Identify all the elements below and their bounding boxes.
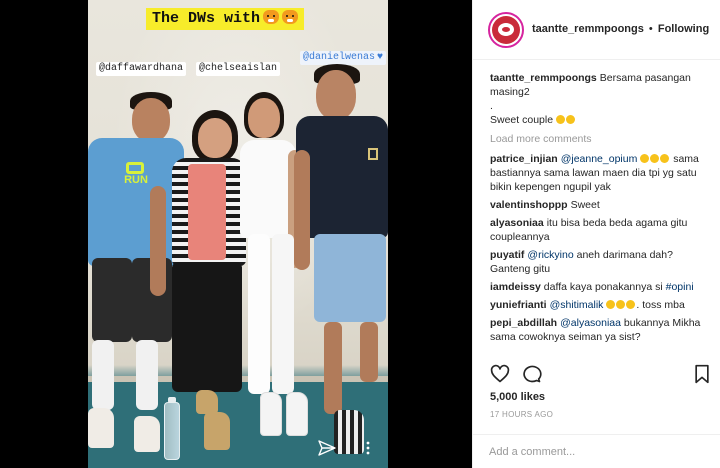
story-tag-chelseaislan: @chelseaislan: [196, 62, 281, 76]
post-info-panel: taantte_remmpoongs • Following taantte_r…: [472, 0, 720, 468]
paper-plane-icon[interactable]: [318, 440, 336, 456]
comment-mention[interactable]: @alyasoniaa: [560, 317, 621, 329]
shirt-logo: RUN: [116, 162, 156, 188]
comment-bubble-icon[interactable]: [522, 364, 542, 384]
caption: taantte_remmpoongs Bersama pasangan masin…: [490, 71, 712, 127]
comment-mention[interactable]: @rickyino: [527, 249, 573, 261]
caption-dot: .: [490, 100, 493, 112]
laughing-face-icon: [640, 154, 650, 163]
laughing-face-icon: [650, 154, 660, 163]
following-button[interactable]: Following: [658, 23, 709, 35]
comment-item: puyatif @rickyino aneh darimana dah? Gant…: [490, 248, 712, 276]
comment-username[interactable]: valentinshoppp: [490, 199, 568, 211]
tiger-face-icon: [263, 10, 280, 24]
story-tag-danielwenas: @danielwenas ♥: [300, 51, 387, 65]
comment-username[interactable]: iamdeissy: [490, 281, 541, 293]
header-separator: •: [648, 23, 653, 35]
smiling-face-icon: [565, 115, 575, 124]
story-tag-daffawardhana: @daffawardhana: [96, 62, 187, 76]
smiling-face-icon: [555, 115, 565, 124]
header-username[interactable]: taantte_remmpoongs: [532, 23, 644, 35]
heart-outline-icon[interactable]: [490, 364, 510, 384]
load-more-comments-button[interactable]: Load more comments: [490, 132, 712, 146]
comments-list: taantte_remmpoongs Bersama pasangan masin…: [490, 71, 712, 353]
comment-text: daffa kaya ponakannya si: [543, 281, 663, 293]
add-comment-input[interactable]: [489, 444, 704, 460]
story-title: The DWs with: [146, 8, 305, 30]
profile-logo-icon: [492, 16, 520, 44]
avatar[interactable]: [488, 12, 524, 48]
comment-item: alyasoniaa itu bisa beda beda agama gitu …: [490, 216, 712, 244]
add-comment-bar: [473, 434, 720, 468]
laughing-face-icon: [626, 300, 636, 309]
bookmark-icon[interactable]: [692, 364, 712, 384]
comment-hashtag[interactable]: #opini: [666, 281, 694, 293]
comment-item: pepi_abdillah @alyasoniaa bukannya Mikha …: [490, 316, 712, 344]
comment-username[interactable]: pepi_abdillah: [490, 317, 557, 329]
post-timestamp: 17 HOURS AGO: [490, 410, 554, 419]
vertical-dots-icon[interactable]: [366, 441, 370, 455]
story-title-text: The DWs with: [152, 10, 261, 27]
post-actions: [490, 364, 712, 386]
comment-item: valentinshoppp Sweet: [490, 198, 712, 212]
water-bottle: [164, 397, 180, 460]
comment-item: yuniefrianti @shitimalik . toss mba: [490, 298, 712, 312]
laughing-face-icon: [660, 154, 670, 163]
comment-username[interactable]: patrice_injian: [490, 153, 558, 165]
story-screenshot: The DWs with @daffawardhana @chelseaisla…: [88, 0, 388, 468]
comment-mention[interactable]: @jeanne_opium: [561, 153, 638, 165]
post-header: taantte_remmpoongs • Following: [473, 0, 720, 60]
comment-text: Sweet: [570, 199, 600, 211]
comment-text: . toss mba: [636, 299, 685, 311]
comment-username[interactable]: alyasoniaa: [490, 217, 544, 229]
laughing-face-icon: [616, 300, 626, 309]
caption-username[interactable]: taantte_remmpoongs: [490, 72, 597, 84]
blue-heart-icon: ♥: [377, 52, 384, 63]
tiger-face-icon: [282, 10, 299, 24]
caption-line2: Sweet couple: [490, 114, 554, 126]
comment-mention[interactable]: @shitimalik: [550, 299, 604, 311]
comment-item: iamdeissy daffa kaya ponakannya si #opini: [490, 280, 712, 294]
post-media[interactable]: The DWs with @daffawardhana @chelseaisla…: [0, 0, 472, 468]
comment-username[interactable]: yuniefrianti: [490, 299, 547, 311]
comment-item: patrice_injian @jeanne_opium sama bastian…: [490, 152, 712, 194]
comment-username[interactable]: puyatif: [490, 249, 524, 261]
shirt-emblem: [368, 148, 378, 160]
laughing-face-icon: [606, 300, 616, 309]
likes-count[interactable]: 5,000 likes: [490, 391, 545, 403]
